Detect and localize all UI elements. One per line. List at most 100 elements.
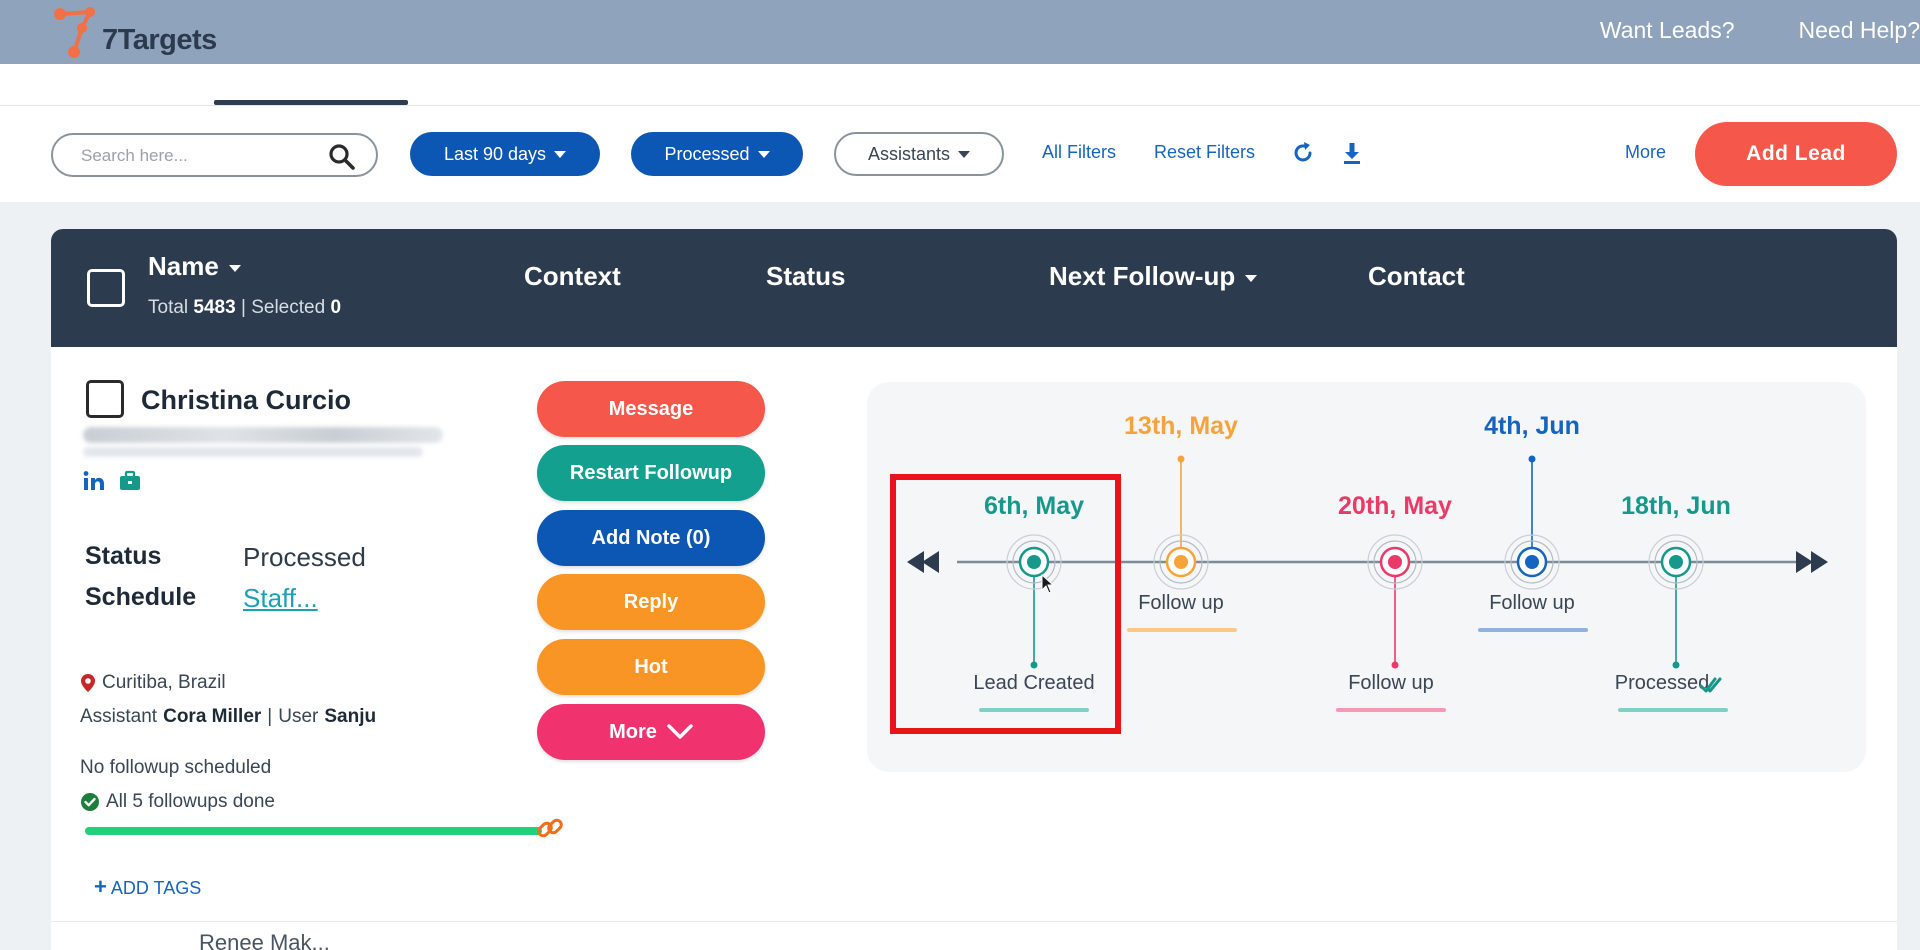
timeline-event-18-jun[interactable]	[1648, 534, 1704, 669]
fast-forward-icon[interactable]	[1796, 551, 1828, 573]
table-row: Christina Curcio Status Processed Schedu…	[51, 347, 1897, 922]
total-count: 5483	[193, 297, 236, 318]
status-filter-dropdown[interactable]: Processed	[631, 132, 803, 176]
assignment-info: Assistant Cora Miller | User Sanju	[80, 706, 377, 727]
next-lead-name[interactable]: Renee Mak...	[199, 930, 330, 950]
timeline-event-20-may[interactable]	[1367, 534, 1423, 669]
filter-toolbar: Last 90 days Processed Assistants All Fi…	[0, 106, 1920, 202]
assistants-filter-label: Assistants	[867, 143, 951, 164]
highlight-box	[890, 474, 1121, 734]
top-header: 7Targets Want Leads? Need Help?	[0, 0, 1920, 64]
add-lead-button[interactable]: Add Lead	[1695, 122, 1897, 186]
add-tags-button[interactable]: + ADD TAGS	[94, 874, 201, 900]
total-label: Total	[148, 297, 189, 318]
chevron-down-icon	[1245, 274, 1258, 282]
add-tags-label: ADD TAGS	[110, 878, 202, 898]
selected-count: 0	[330, 297, 342, 318]
link-icon[interactable]	[535, 813, 565, 843]
lead-email-redacted	[83, 427, 443, 443]
followup-progress-bar	[85, 827, 542, 835]
timeline-label: Follow up	[1348, 672, 1434, 694]
timeline-date: 20th, May	[1338, 492, 1452, 520]
reset-filters-link[interactable]: Reset Filters	[1154, 142, 1255, 163]
column-contact[interactable]: Contact	[1368, 261, 1465, 292]
schedule-value[interactable]: Staff...	[243, 583, 318, 614]
timeline-date: 13th, May	[1124, 412, 1238, 440]
search-box	[51, 133, 378, 177]
more-link[interactable]: More	[1625, 142, 1666, 163]
tab-strip	[0, 64, 1920, 106]
briefcase-icon[interactable]	[118, 469, 142, 493]
timeline-label: Follow up	[1489, 592, 1575, 614]
want-leads-link[interactable]: Want Leads?	[1600, 14, 1735, 46]
more-actions-label: More	[609, 720, 657, 743]
check-circle-icon	[81, 793, 99, 811]
reply-button[interactable]: Reply	[537, 574, 765, 630]
chevron-down-icon	[667, 724, 693, 739]
table-header: Name Total 5483 | Selected 0 Context Sta…	[51, 229, 1897, 347]
download-icon[interactable]	[1339, 140, 1365, 166]
logo-text: 7Targets	[102, 24, 217, 56]
timeline-date: 4th, Jun	[1484, 412, 1580, 440]
message-button[interactable]: Message	[537, 381, 765, 437]
location: Curitiba, Brazil	[80, 672, 226, 694]
chevron-down-icon	[958, 150, 971, 158]
date-filter-label: Last 90 days	[443, 143, 547, 164]
lead-phone-redacted	[83, 447, 423, 457]
refresh-icon[interactable]	[1290, 140, 1316, 166]
search-icon[interactable]	[328, 143, 356, 171]
active-tab-indicator	[214, 100, 408, 105]
timeline-underline	[1618, 708, 1728, 712]
hot-button[interactable]: Hot	[537, 639, 765, 695]
status-label: Status	[85, 542, 162, 570]
assistant-label: Assistant	[80, 706, 158, 727]
selected-label: Selected	[251, 297, 326, 318]
restart-followup-button[interactable]: Restart Followup	[537, 445, 765, 501]
chevron-down-icon	[757, 150, 770, 158]
double-check-icon	[1700, 677, 1722, 693]
status-filter-label: Processed	[664, 143, 750, 164]
column-name[interactable]: Name	[148, 251, 241, 282]
timeline-date: 18th, Jun	[1621, 492, 1731, 520]
mouse-cursor-icon	[1041, 574, 1055, 594]
row-checkbox[interactable]	[86, 380, 124, 418]
linkedin-icon[interactable]	[82, 469, 106, 493]
table-counts: Total 5483 | Selected 0	[148, 297, 342, 318]
timeline-underline	[1478, 628, 1588, 632]
location-pin-icon	[81, 674, 95, 692]
followups-done-text: All 5 followups done	[106, 791, 275, 812]
more-actions-button[interactable]: More	[537, 704, 765, 760]
add-note-button[interactable]: Add Note (0)	[537, 510, 765, 566]
schedule-link[interactable]: Staff...	[243, 583, 318, 613]
lead-name[interactable]: Christina Curcio	[141, 385, 351, 416]
timeline-label: Follow up	[1138, 592, 1224, 614]
column-status[interactable]: Status	[766, 261, 845, 292]
logo[interactable]: 7Targets	[52, 4, 252, 60]
timeline-event-13-may[interactable]	[1153, 455, 1209, 590]
user-label: User	[278, 706, 319, 727]
date-filter-dropdown[interactable]: Last 90 days	[410, 132, 600, 176]
followup-timeline: 6th, May 13th, May 20th, May 4th, Jun 18…	[867, 382, 1866, 772]
schedule-label: Schedule	[85, 583, 197, 611]
column-name-label: Name	[148, 251, 219, 281]
chevron-down-icon	[554, 150, 567, 158]
column-context[interactable]: Context	[524, 261, 621, 292]
timeline-event-4-jun[interactable]	[1504, 455, 1560, 590]
search-input[interactable]	[81, 143, 311, 169]
leads-table: Name Total 5483 | Selected 0 Context Sta…	[51, 229, 1897, 950]
assistants-filter-dropdown[interactable]: Assistants	[834, 132, 1004, 176]
timeline-underline	[1127, 628, 1237, 632]
plus-icon: +	[94, 874, 107, 899]
location-text: Curitiba, Brazil	[102, 672, 226, 693]
header-links: Want Leads? Need Help?	[1600, 14, 1920, 46]
need-help-link[interactable]: Need Help?	[1799, 14, 1920, 46]
column-next-followup[interactable]: Next Follow-up	[1049, 261, 1258, 292]
all-filters-link[interactable]: All Filters	[1042, 142, 1116, 163]
assistant-name: Cora Miller	[163, 706, 262, 727]
timeline-underline	[1336, 708, 1446, 712]
followup-note: No followup scheduled	[80, 757, 272, 778]
timeline-label: Processed	[1614, 672, 1710, 694]
status-value: Processed	[243, 542, 366, 572]
user-name: Sanju	[324, 706, 377, 727]
select-all-checkbox[interactable]	[87, 269, 125, 307]
